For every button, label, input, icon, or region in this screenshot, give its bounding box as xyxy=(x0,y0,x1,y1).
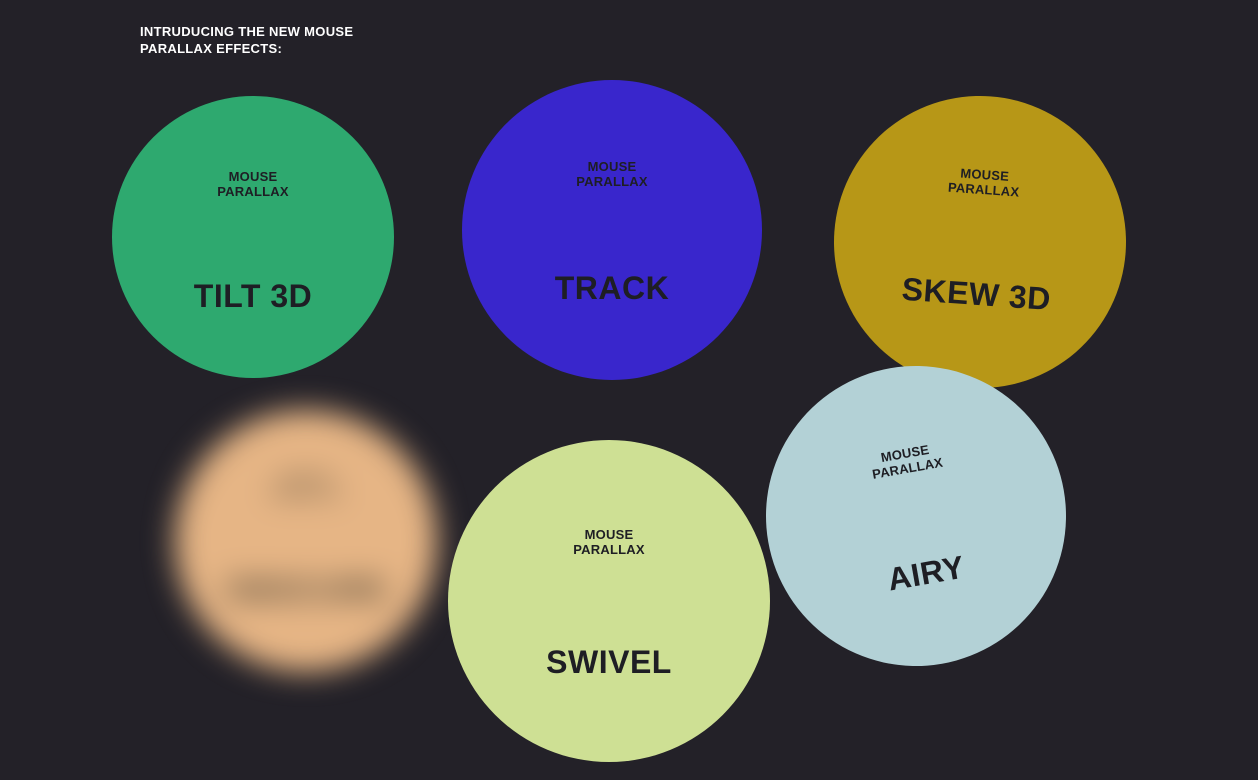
parallax-card-label: MOUSE PARALLAX xyxy=(270,472,341,502)
parallax-card-track[interactable]: MOUSE PARALLAX TRACK xyxy=(462,80,762,380)
page-title: INTRUDUCING THE NEW MOUSE PARALLAX EFFEC… xyxy=(140,24,353,58)
parallax-card-label: MOUSE PARALLAX xyxy=(869,441,945,483)
parallax-card-name: SKEW 3D xyxy=(901,271,1053,318)
parallax-card-swivel[interactable]: MOUSE PARALLAX SWIVEL xyxy=(448,440,770,762)
page-title-line1: INTRUDUCING THE NEW MOUSE xyxy=(140,24,353,39)
parallax-card-obscure[interactable]: MOUSE PARALLAX OBSCURE xyxy=(175,410,437,672)
parallax-card-name: AIRY xyxy=(885,549,968,599)
page-title-line2: PARALLAX EFFECTS: xyxy=(140,41,282,56)
parallax-card-label: MOUSE PARALLAX xyxy=(217,170,288,200)
parallax-card-label: MOUSE PARALLAX xyxy=(576,160,647,190)
parallax-card-label: MOUSE PARALLAX xyxy=(573,528,644,558)
parallax-card-name: TILT 3D xyxy=(194,278,312,315)
parallax-card-label: MOUSE PARALLAX xyxy=(947,166,1020,201)
parallax-card-name: SWIVEL xyxy=(546,644,672,681)
parallax-card-airy[interactable]: MOUSE PARALLAX AIRY xyxy=(742,342,1090,690)
parallax-card-name: OBSCURE xyxy=(224,572,388,609)
parallax-card-tilt3d[interactable]: MOUSE PARALLAX TILT 3D xyxy=(112,96,394,378)
parallax-card-name: TRACK xyxy=(555,270,669,307)
parallax-card-skew3d[interactable]: MOUSE PARALLAX SKEW 3D xyxy=(824,86,1136,398)
